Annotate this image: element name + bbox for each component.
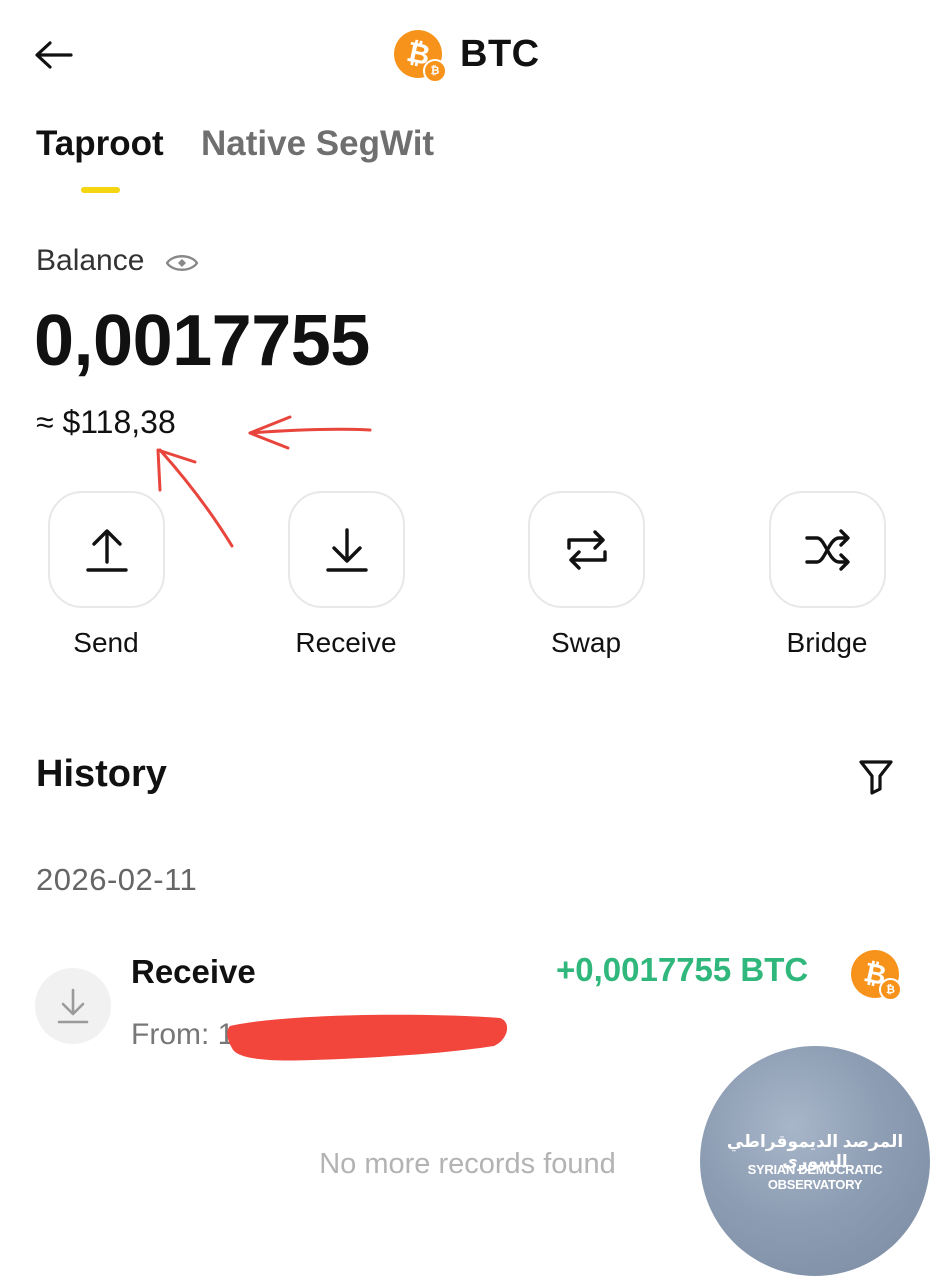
bridge-button[interactable] bbox=[769, 491, 886, 608]
btc-coin-icon: ₿ ₿ bbox=[394, 30, 447, 83]
watermark-logo: المرصد الديموقراطي السوري SYRIAN DEMOCRA… bbox=[700, 1046, 930, 1276]
tx-receive-icon bbox=[35, 968, 111, 1044]
active-tab-indicator bbox=[81, 187, 120, 193]
header-title: ₿ ₿ BTC bbox=[394, 28, 540, 83]
page-title: BTC bbox=[460, 32, 540, 75]
bridge-label[interactable]: Bridge bbox=[727, 627, 927, 659]
tab-native-segwit[interactable]: Native SegWit bbox=[201, 124, 434, 164]
watermark-english: SYRIAN DEMOCRATIC OBSERVATORY bbox=[747, 1162, 883, 1192]
redaction-scribble bbox=[227, 1014, 508, 1061]
fiat-balance: ≈ $118,38 bbox=[36, 404, 176, 440]
tx-from: From: 1 bbox=[131, 1018, 234, 1052]
tx-amount: +0,0017755 BTC bbox=[556, 951, 809, 988]
swap-icon bbox=[566, 529, 607, 570]
history-date: 2026-02-11 bbox=[36, 862, 198, 897]
tx-from-label: From: bbox=[131, 1018, 210, 1051]
send-label[interactable]: Send bbox=[6, 627, 206, 659]
send-button[interactable] bbox=[48, 491, 165, 608]
shuffle-icon bbox=[804, 528, 850, 571]
back-button[interactable] bbox=[30, 32, 76, 78]
arrow-left-icon bbox=[35, 41, 73, 69]
tx-type: Receive bbox=[131, 953, 256, 990]
swap-button[interactable] bbox=[528, 491, 645, 608]
swap-label[interactable]: Swap bbox=[486, 627, 686, 659]
balance-label: Balance bbox=[36, 244, 145, 277]
download-icon bbox=[325, 527, 368, 572]
tab-taproot[interactable]: Taproot bbox=[36, 124, 164, 164]
eye-icon[interactable] bbox=[164, 248, 200, 278]
filter-icon[interactable] bbox=[856, 756, 896, 796]
upload-icon bbox=[85, 528, 128, 572]
receive-button[interactable] bbox=[288, 491, 405, 608]
history-title: History bbox=[36, 753, 167, 795]
tx-btc-coin-icon: ₿ ₿ bbox=[851, 950, 902, 1001]
balance-amount: 0,0017755 bbox=[34, 301, 370, 381]
receive-label[interactable]: Receive bbox=[246, 627, 446, 659]
